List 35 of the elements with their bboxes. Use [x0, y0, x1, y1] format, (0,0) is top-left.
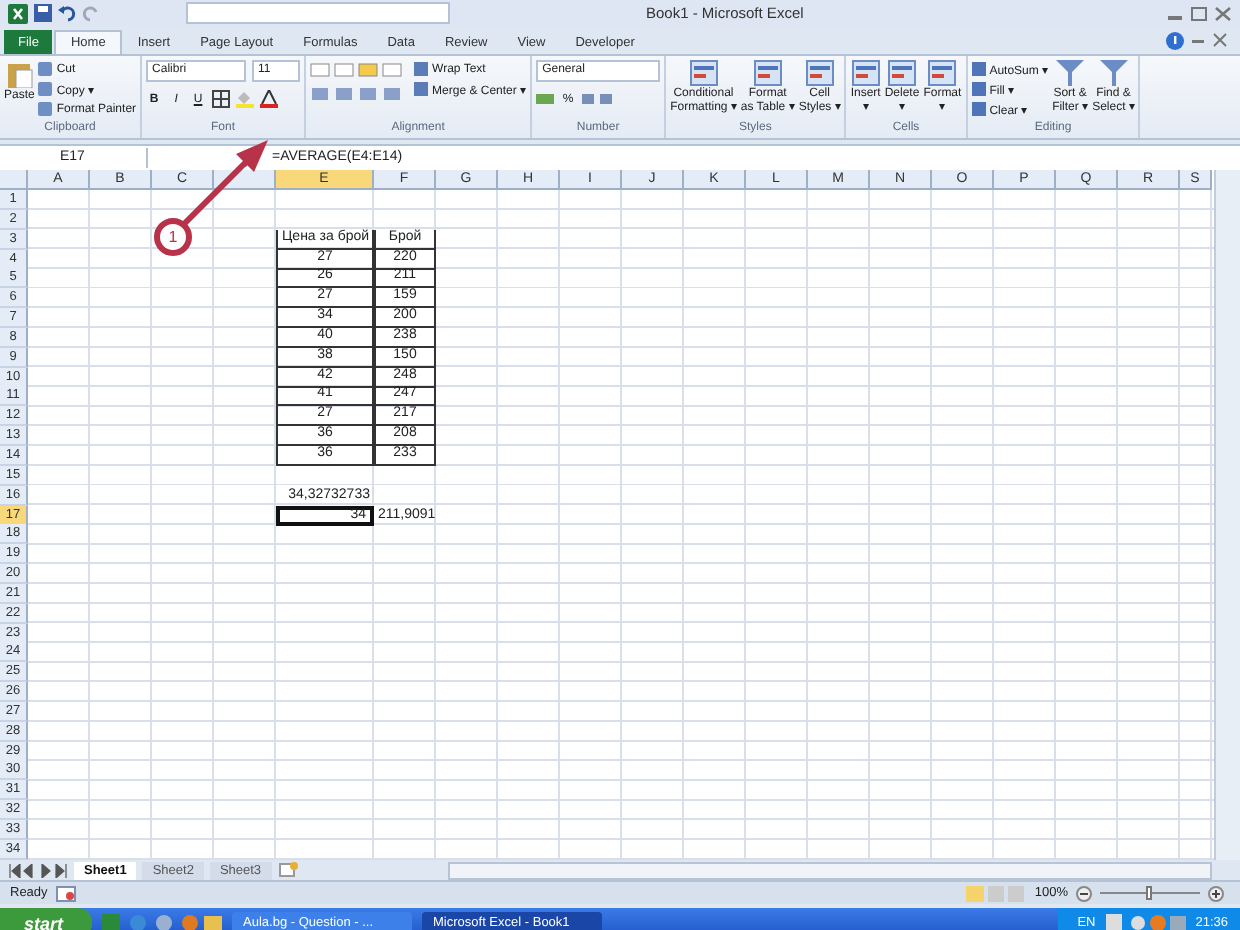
close-icon[interactable]	[1212, 32, 1228, 48]
vertical-scrollbar[interactable]	[1214, 170, 1240, 860]
decimal-icon[interactable]	[582, 90, 615, 108]
help-icon[interactable]	[1166, 31, 1184, 49]
funnel-icon	[1056, 60, 1085, 86]
zoom-out-icon[interactable]	[1076, 885, 1092, 901]
close-icon[interactable]	[1214, 5, 1232, 21]
currency-icon[interactable]	[536, 90, 555, 108]
horizontal-scrollbar[interactable]	[448, 861, 1212, 879]
arrow	[181, 140, 268, 227]
new-sheet-icon[interactable]	[277, 862, 298, 878]
table-icon	[689, 60, 718, 86]
table-icon	[805, 60, 834, 86]
undo-icon[interactable]	[58, 4, 76, 22]
font-color-icon[interactable]	[260, 90, 279, 108]
excel-logo-icon	[8, 3, 28, 23]
quick-access-field[interactable]	[186, 2, 450, 24]
quick-launch-drawing[interactable]	[101, 914, 222, 930]
redo-icon[interactable]	[82, 4, 100, 22]
tray-icons-drawing[interactable]	[1105, 914, 1186, 930]
start-button[interactable]: start	[0, 908, 92, 930]
table-icon	[753, 60, 782, 86]
fill-color-icon[interactable]	[236, 90, 255, 108]
macro-record-icon[interactable]	[55, 885, 76, 901]
zoom-in-icon[interactable]	[1208, 885, 1224, 901]
clipboard-icon	[5, 60, 34, 88]
table-icon	[851, 60, 880, 86]
select-all-corner[interactable]	[0, 170, 28, 190]
table-icon	[928, 60, 957, 86]
table-icon	[888, 60, 917, 86]
maximize-icon[interactable]	[1190, 5, 1208, 21]
save-icon[interactable]	[34, 4, 52, 22]
sheet-navigation-icon[interactable]	[8, 863, 68, 877]
funnel-icon	[1099, 60, 1128, 86]
borders-icon[interactable]	[212, 90, 231, 108]
